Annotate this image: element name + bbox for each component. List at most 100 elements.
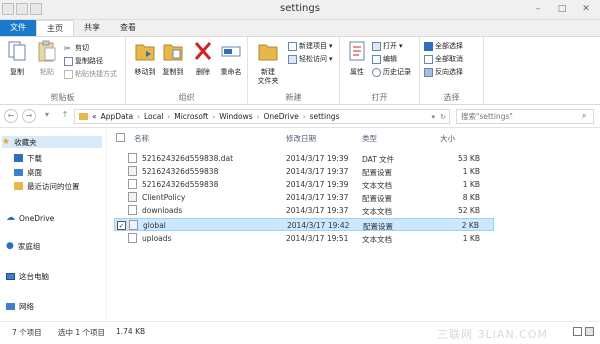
item-count: 7 个项目	[12, 328, 42, 337]
table-row[interactable]: downloads 2014/3/17 19:37 文本文档 52 KB	[122, 204, 494, 217]
breadcrumb-item[interactable]: Local	[144, 112, 163, 121]
sidebar-item-network[interactable]: 网络	[6, 300, 34, 312]
address-dropdown-icon[interactable]: ▾	[431, 113, 435, 121]
config-file-icon	[129, 220, 138, 230]
tab-file[interactable]: 文件	[0, 20, 36, 36]
sidebar-item-onedrive[interactable]: ☁ OneDrive	[6, 212, 54, 224]
back-button[interactable]: ←	[4, 109, 18, 123]
copy-button[interactable]: 复制	[4, 39, 30, 77]
properties-icon	[349, 41, 365, 61]
new-folder-icon	[258, 44, 278, 61]
file-type: 配置设置	[362, 168, 392, 177]
select-group: 全部选择 全部取消 反向选择 选择	[420, 37, 484, 105]
column-header-date[interactable]: 修改日期	[286, 133, 316, 144]
recent-places-icon	[14, 182, 23, 190]
copy-to-icon	[163, 44, 183, 61]
homegroup-icon: ●	[6, 241, 14, 251]
breadcrumb-item[interactable]: settings	[310, 112, 340, 121]
refresh-icon[interactable]: ↻	[440, 113, 446, 121]
file-type: 文本文档	[362, 207, 392, 216]
delete-button[interactable]: 删除	[190, 39, 216, 77]
sidebar-item-downloads[interactable]: 下载	[14, 152, 42, 164]
row-checkbox[interactable]: ✓	[117, 221, 126, 230]
table-row[interactable]: 521624326d559838.dat 2014/3/17 19:39 DAT…	[122, 152, 494, 165]
open-group: 属性 打开 ▾ 编辑 历史记录 打开	[340, 37, 420, 105]
new-group: 新建 文件夹 新建项目 ▾ 轻松访问 ▾ 新建	[248, 37, 340, 105]
maximize-button[interactable]: □	[554, 2, 570, 16]
rename-button[interactable]: 重命名	[218, 39, 244, 77]
file-date: 2014/3/17 19:42	[287, 221, 350, 230]
file-name: uploads	[142, 234, 172, 243]
edit-button[interactable]: 编辑	[372, 54, 397, 65]
open-button[interactable]: 打开 ▾	[372, 41, 403, 52]
copy-to-button[interactable]: 复制到	[160, 39, 186, 77]
config-file-icon	[128, 166, 137, 176]
breadcrumb-item[interactable]: OneDrive	[263, 112, 298, 121]
table-row[interactable]: uploads 2014/3/17 19:51 文本文档 1 KB	[122, 232, 494, 245]
navigation-pane: ★ 收藏夹 下载 桌面 最近访问的位置 ☁ OneDrive ● 家庭组 这台电…	[0, 128, 107, 321]
paste-shortcut-button[interactable]: 粘贴快捷方式	[64, 69, 117, 80]
breadcrumb[interactable]: « AppData › Local › Microsoft › Windows …	[74, 109, 450, 124]
forward-button[interactable]: →	[22, 109, 36, 123]
file-date: 2014/3/17 19:51	[286, 234, 349, 243]
table-row[interactable]: 521624326d559838 2014/3/17 19:37 配置设置 1 …	[122, 165, 494, 178]
history-button[interactable]: 历史记录	[372, 67, 411, 78]
up-button[interactable]: ↑	[58, 109, 72, 123]
delete-icon	[194, 42, 212, 60]
file-name: 521624326d559838.dat	[142, 154, 234, 163]
copy-icon	[8, 41, 26, 61]
search-input[interactable]: 搜索"settings"	[456, 109, 594, 124]
select-none-icon	[424, 55, 433, 64]
ribbon-tabs: 文件 主页 共享 查看	[0, 20, 600, 37]
address-area: ← → ▾ ↑ « AppData › Local › Microsoft › …	[0, 105, 600, 128]
minimize-button[interactable]: –	[530, 2, 546, 16]
select-all-icon	[424, 42, 433, 51]
search-icon[interactable]: ⌕	[582, 111, 586, 121]
tab-share[interactable]: 共享	[74, 20, 110, 36]
new-folder-button[interactable]: 新建 文件夹	[254, 39, 282, 86]
details-view-icon[interactable]	[573, 327, 582, 336]
table-row[interactable]: 521624326d559838 2014/3/17 19:39 文本文档 1 …	[122, 178, 494, 191]
new-item-button[interactable]: 新建项目 ▾	[288, 41, 333, 52]
sidebar-item-homegroup[interactable]: ● 家庭组	[6, 240, 40, 252]
copy-path-button[interactable]: 复制路径	[64, 56, 103, 67]
tab-home[interactable]: 主页	[36, 20, 74, 36]
breadcrumb-item[interactable]: Windows	[219, 112, 252, 121]
status-bar: 7 个项目 选中 1 个项目 1.74 KB 三联网 3LIAN.COM	[0, 321, 600, 344]
sidebar-item-recent[interactable]: 最近访问的位置	[14, 180, 80, 192]
invert-selection-button[interactable]: 反向选择	[424, 67, 463, 78]
close-button[interactable]: ✕	[578, 2, 594, 16]
column-header-name[interactable]: 名称	[134, 133, 149, 144]
title-bar: settings – □ ✕	[0, 0, 600, 20]
breadcrumb-item[interactable]: AppData	[101, 112, 134, 121]
easy-access-button[interactable]: 轻松访问 ▾	[288, 54, 333, 65]
file-size: 1 KB	[462, 234, 480, 243]
star-icon: ★	[2, 137, 11, 147]
select-none-button[interactable]: 全部取消	[424, 54, 463, 65]
recent-locations-icon[interactable]: ▾	[40, 109, 54, 123]
sidebar-item-desktop[interactable]: 桌面	[14, 166, 42, 178]
table-row-selected[interactable]: ✓ global 2014/3/17 19:42 配置设置 2 KB	[114, 218, 494, 231]
move-to-button[interactable]: 移动到	[132, 39, 158, 77]
tab-view[interactable]: 查看	[110, 20, 146, 36]
paste-shortcut-icon	[64, 70, 73, 79]
select-all-button[interactable]: 全部选择	[424, 41, 463, 52]
file-name: downloads	[142, 206, 183, 215]
file-type: 文本文档	[362, 181, 392, 190]
select-all-checkbox[interactable]	[116, 133, 125, 142]
clipboard-group: 复制 粘贴 ✂ 剪切 复制路径 粘贴快捷方式 剪贴板	[0, 37, 126, 105]
sidebar-item-favorites[interactable]: ★ 收藏夹	[2, 136, 102, 148]
file-size: 2 KB	[461, 221, 479, 230]
column-header-type[interactable]: 类型	[362, 133, 377, 144]
paste-button[interactable]: 粘贴	[34, 39, 60, 77]
breadcrumb-overflow[interactable]: «	[92, 112, 97, 121]
table-row[interactable]: ClientPolicy 2014/3/17 19:37 配置设置 8 KB	[122, 191, 494, 204]
thumbnail-view-icon[interactable]	[585, 327, 594, 336]
move-to-icon	[135, 44, 155, 61]
breadcrumb-item[interactable]: Microsoft	[174, 112, 208, 121]
properties-button[interactable]: 属性	[344, 39, 370, 77]
cut-button[interactable]: ✂ 剪切	[64, 43, 89, 54]
sidebar-item-this-pc[interactable]: 这台电脑	[6, 270, 49, 282]
file-size: 52 KB	[458, 206, 480, 215]
column-header-size[interactable]: 大小	[440, 133, 455, 144]
